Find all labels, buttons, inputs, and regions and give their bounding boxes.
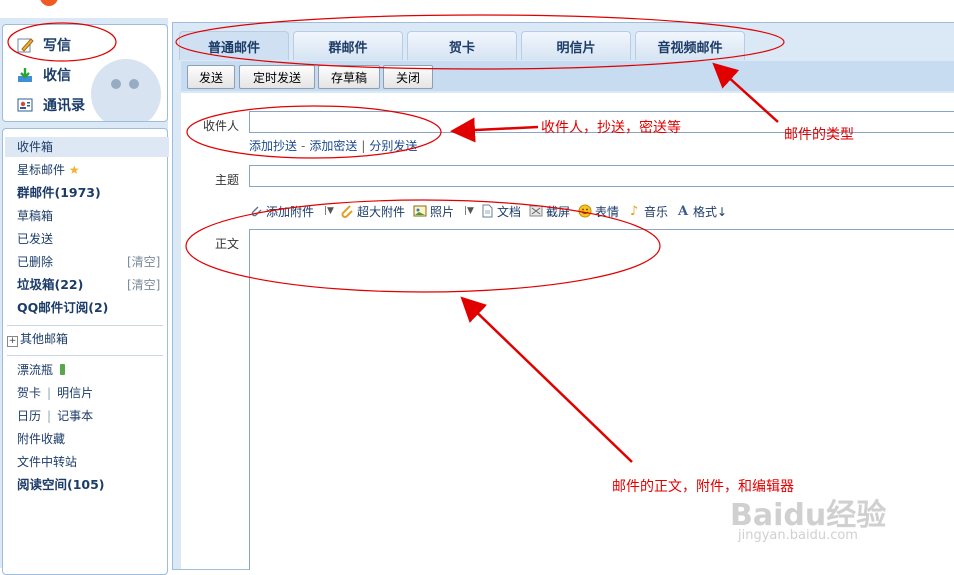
mail-type-tabs: 普通邮件 群邮件 贺卡 明信片 音视频邮件 [179,31,749,61]
paperclip-icon [249,204,263,218]
emoticon-label: 表情 [595,204,620,219]
compose-label: 写信 [43,38,71,54]
greeting-links: 贺卡 | 明信片 [17,386,94,400]
body-label: 正文 [214,237,239,251]
qq-penguin-icon [91,59,161,121]
contacts-button[interactable]: 通讯录 [15,93,85,117]
format-label: 格式↓ [693,204,728,219]
tab-group-mail[interactable]: 群邮件 [293,31,403,60]
add-cc-link[interactable]: 添加抄送 [249,139,297,153]
pencil-icon [15,36,35,54]
left-sidebar: 写信 收信 通讯录 收件箱 星标邮件 ★ 群邮件(1973) 草稿箱 已发送 已… [0,18,169,575]
format-a-icon: A [678,203,689,219]
folder-other-label: 其他邮箱 [20,332,69,346]
subject-input[interactable] [249,165,954,187]
screenshot-label: 截屏 [546,204,571,219]
timed-send-button[interactable]: 定时发送 [239,65,315,89]
top-bar [0,0,954,18]
document-icon [480,204,494,218]
link-calendar[interactable]: 日历 [17,409,41,423]
divider [7,325,163,326]
separate-send-link[interactable]: 分别发送 [369,139,417,153]
folder-other-mailboxes[interactable]: + 其他邮箱 [7,329,68,349]
folder-starred[interactable]: 星标邮件 ★ [17,160,80,180]
compose-area: 普通邮件 群邮件 贺卡 明信片 音视频邮件 发送 定时发送 存草稿 关闭 收件人… [172,22,954,570]
recipient-label: 收件人 [202,119,239,133]
link-postcard[interactable]: 明信片 [57,386,93,400]
save-draft-button[interactable]: 存草稿 [318,65,380,89]
drift-bottle-label: 漂流瓶 [17,363,54,377]
subject-label: 主题 [214,173,239,187]
emoticon-button[interactable]: 表情 [578,203,619,220]
receive-button[interactable]: 收信 [15,63,71,87]
music-note-icon: ♪ [629,203,639,219]
clear-spam-link[interactable]: [清空] [127,275,160,295]
action-panel: 写信 收信 通讯录 [2,24,168,122]
folder-sent[interactable]: 已发送 [17,229,53,249]
attachment-dropdown-icon[interactable]: |▼ [324,206,334,216]
tab-av-mail[interactable]: 音视频邮件 [635,31,745,60]
add-bcc-link[interactable]: 添加密送 [309,139,357,153]
screenshot-button[interactable]: 截屏 [529,203,570,220]
folder-attachment-favorites[interactable]: 附件收藏 [17,429,65,449]
folder-spam[interactable]: 垃圾箱(22) [17,275,83,295]
music-label: 音乐 [644,204,669,219]
star-icon: ★ [68,163,80,177]
big-attachment-label: 超大附件 [356,204,405,219]
clear-deleted-link[interactable]: [清空] [127,252,160,272]
expand-plus-icon: + [7,336,18,347]
send-button[interactable]: 发送 [187,65,235,89]
photo-icon [413,204,427,218]
watermark-url: jingyan.baidu.com [738,528,858,543]
music-button[interactable]: ♪ 音乐 [627,203,668,220]
contacts-label: 通讯录 [43,98,85,114]
folder-panel: 收件箱 星标邮件 ★ 群邮件(1973) 草稿箱 已发送 已删除 [清空] 垃圾… [2,128,169,575]
receive-label: 收信 [43,68,71,84]
folder-file-transfer[interactable]: 文件中转站 [17,452,77,472]
close-button[interactable]: 关闭 [383,65,433,89]
folder-deleted[interactable]: 已删除 [17,252,53,272]
divider [7,355,163,356]
folder-drafts[interactable]: 草稿箱 [17,206,53,226]
scissors-icon [529,204,543,218]
big-attachment-button[interactable]: 超大附件 [340,203,405,220]
folder-drift-bottle[interactable]: 漂流瓶 [17,360,65,380]
link-card[interactable]: 贺卡 [17,386,41,400]
folder-group[interactable]: 群邮件(1973) [17,183,101,203]
compose-button[interactable]: 写信 [15,33,71,57]
tab-normal-mail[interactable]: 普通邮件 [179,31,289,60]
photo-button[interactable]: 照片 [413,203,454,220]
tab-postcard[interactable]: 明信片 [521,31,631,60]
compose-toolbar: 发送 定时发送 存草稿 关闭 [181,61,954,91]
big-attachment-icon [340,204,354,218]
recipient-links: 添加抄送 - 添加密送 | 分别发送 [249,139,418,153]
folder-starred-label: 星标邮件 [17,163,66,177]
folder-qq-subscription[interactable]: QQ邮件订阅(2) [17,298,108,318]
document-label: 文档 [496,204,521,219]
folder-reading-space[interactable]: 阅读空间(105) [17,475,105,495]
annotation-types: 邮件的类型 [784,127,854,143]
tab-card[interactable]: 贺卡 [407,31,517,60]
photo-label: 照片 [430,204,455,219]
link-notes[interactable]: 记事本 [57,409,93,423]
calendar-links: 日历 | 记事本 [17,409,94,423]
photo-dropdown-icon[interactable]: |▼ [464,206,474,216]
bottle-icon [59,364,65,375]
document-button[interactable]: 文档 [480,203,521,220]
add-attachment-button[interactable]: 添加附件 [249,203,314,220]
annotation-recipients: 收件人，抄送，密送等 [541,120,681,136]
editor-toolbar: 添加附件 |▼ 超大附件 照片 |▼ 文档 截屏 表情 ♪ 音乐 A 格式↓ [249,201,735,221]
smiley-icon [578,204,592,218]
inbox-download-icon [15,66,35,84]
folder-inbox[interactable]: 收件箱 [5,137,169,157]
logo-icon [40,0,58,6]
add-attachment-label: 添加附件 [266,204,315,219]
address-book-icon [15,96,35,114]
format-button[interactable]: A 格式↓ [676,203,727,220]
